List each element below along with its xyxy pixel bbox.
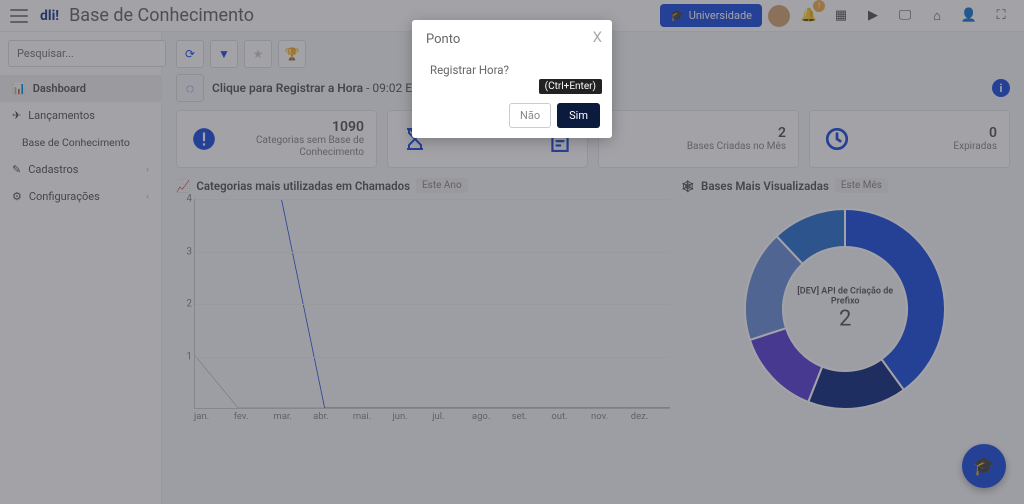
no-button[interactable]: Não: [509, 103, 551, 128]
modal-ponto: Ponto X Registrar Hora? (Ctrl+Enter) Não…: [412, 20, 612, 138]
yes-button[interactable]: Sim: [557, 103, 600, 128]
close-icon[interactable]: X: [593, 28, 602, 46]
modal-title: Ponto: [426, 32, 460, 47]
shortcut-tooltip: (Ctrl+Enter): [539, 79, 602, 94]
